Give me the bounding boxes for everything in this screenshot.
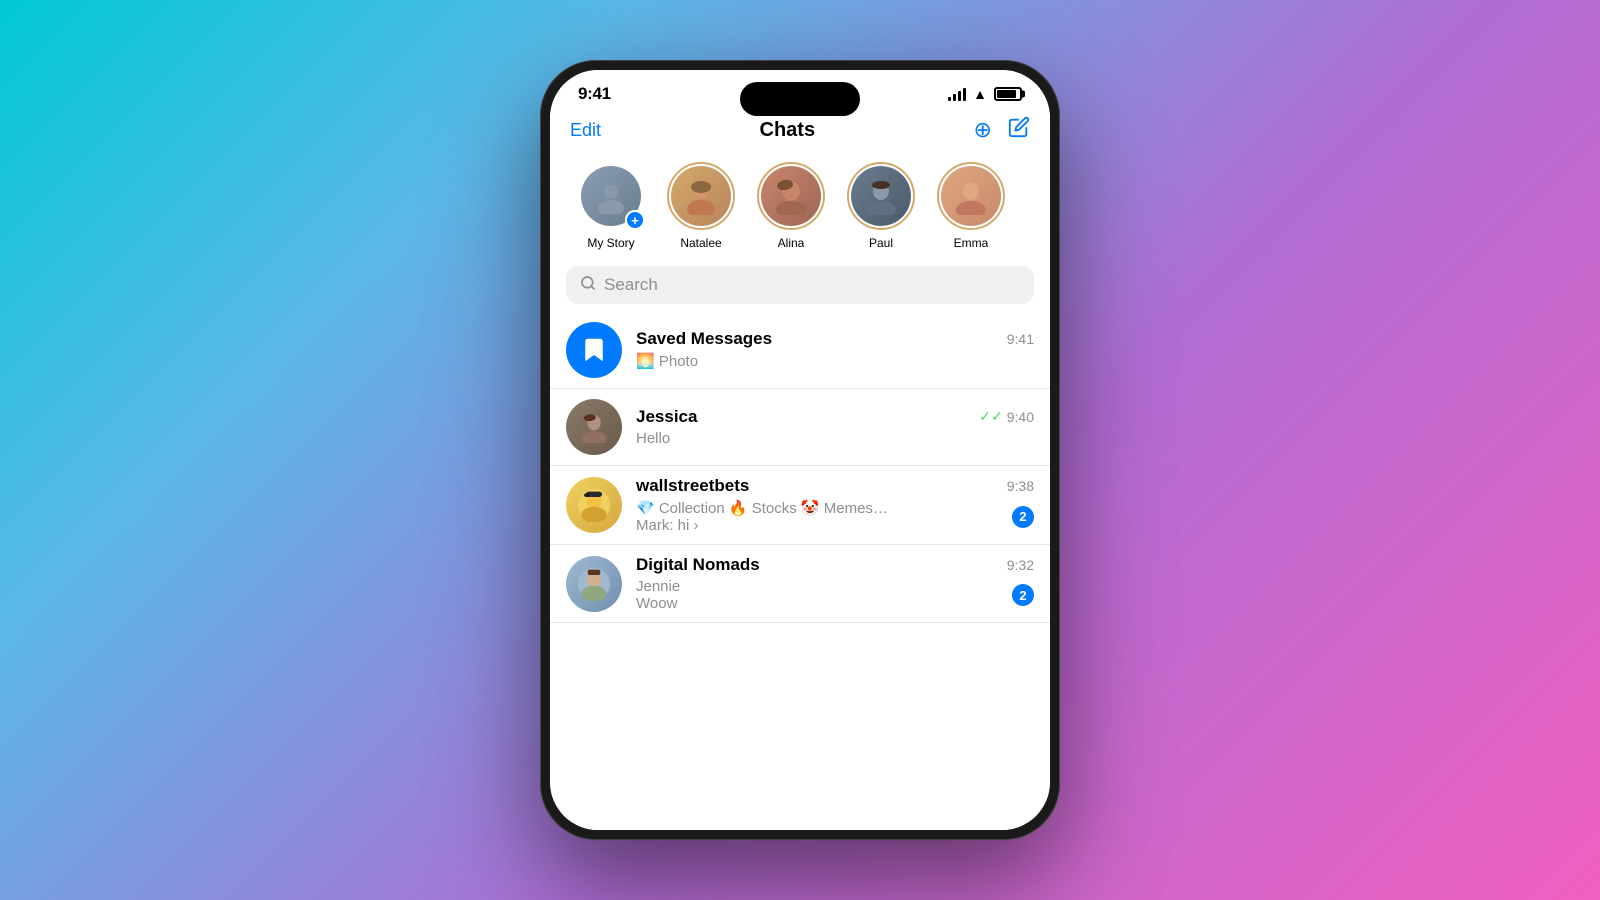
phone-screen: 9:41 ▲ Edit Chats ⊕ (550, 70, 1050, 830)
jessica-content: Jessica ✓✓ 9:40 Hello (636, 407, 1034, 448)
alina-ring (757, 162, 825, 230)
natalee-ring (667, 162, 735, 230)
my-story-avatar-wrap: + (577, 162, 645, 230)
phone-frame: 9:41 ▲ Edit Chats ⊕ (540, 60, 1060, 840)
search-icon (580, 275, 596, 295)
story-name-natalee: Natalee (680, 236, 721, 250)
paul-ring (847, 162, 915, 230)
chat-item-digital-nomads[interactable]: Digital Nomads 9:32 Jennie Woow 2 (550, 545, 1050, 623)
jessica-avatar (566, 399, 622, 455)
story-item-paul[interactable]: Paul (836, 162, 926, 250)
wallstreetbets-last: Mark: hi › (636, 517, 976, 534)
wallstreetbets-time: 9:38 (1007, 478, 1034, 494)
signal-icon (948, 88, 966, 101)
wallstreetbets-content: wallstreetbets 9:38 💎 Collection 🔥 Stock… (636, 476, 1034, 534)
wallstreetbets-name: wallstreetbets (636, 476, 749, 496)
chat-item-saved-messages[interactable]: Saved Messages 9:41 🌅 Photo (550, 312, 1050, 389)
signal-bar-1 (948, 97, 951, 101)
wallstreetbets-name-row: wallstreetbets 9:38 (636, 476, 1034, 496)
paul-avatar (851, 166, 911, 226)
status-time: 9:41 (578, 84, 611, 104)
story-item-emma[interactable]: Emma (926, 162, 1016, 250)
digital-nomads-preview-row: Jennie Woow 2 (636, 578, 1034, 612)
search-bar[interactable]: Search (566, 266, 1034, 304)
digital-nomads-msg: Woow (636, 595, 976, 612)
alina-avatar-wrap (757, 162, 825, 230)
compose-icon[interactable] (1008, 116, 1030, 144)
saved-messages-time-wrap: 9:41 (1007, 331, 1034, 347)
story-name-emma: Emma (954, 236, 989, 250)
digital-nomads-name-row: Digital Nomads 9:32 (636, 555, 1034, 575)
digital-nomads-sender: Jennie (636, 578, 976, 595)
saved-messages-preview: 🌅 Photo (636, 353, 698, 370)
add-circle-icon[interactable]: ⊕ (974, 117, 992, 143)
digital-nomads-name: Digital Nomads (636, 555, 760, 575)
wallstreetbets-tags: 💎 Collection 🔥 Stocks 🤡 Memes… (636, 499, 976, 517)
wifi-icon: ▲ (973, 86, 987, 102)
digital-nomads-avatar (566, 556, 622, 612)
jessica-time: 9:40 (1007, 409, 1034, 425)
dynamic-island (740, 82, 860, 116)
saved-messages-avatar (566, 322, 622, 378)
emma-avatar-wrap (937, 162, 1005, 230)
jessica-name: Jessica (636, 407, 697, 427)
double-check-icon: ✓✓ (979, 408, 1002, 425)
jessica-preview: Hello (636, 430, 670, 447)
wallstreetbets-preview-row: 💎 Collection 🔥 Stocks 🤡 Memes… Mark: hi … (636, 499, 1034, 534)
story-item-natalee[interactable]: Natalee (656, 162, 746, 250)
digital-nomads-content: Digital Nomads 9:32 Jennie Woow 2 (636, 555, 1034, 612)
chat-item-wallstreetbets[interactable]: wallstreetbets 9:38 💎 Collection 🔥 Stock… (550, 466, 1050, 545)
emma-avatar (941, 166, 1001, 226)
natalee-avatar (671, 166, 731, 226)
digital-nomads-preview-text: Jennie Woow (636, 578, 1012, 612)
header-actions: ⊕ (974, 116, 1030, 144)
wallstreetbets-unread-badge: 2 (1012, 506, 1034, 528)
battery-icon (994, 87, 1022, 101)
digital-nomads-time: 9:32 (1007, 557, 1034, 573)
saved-messages-content: Saved Messages 9:41 🌅 Photo (636, 329, 1034, 371)
status-icons: ▲ (948, 86, 1022, 102)
story-name-my-story: My Story (587, 236, 634, 250)
page-title: Chats (760, 119, 816, 142)
story-name-alina: Alina (778, 236, 805, 250)
wallstreetbets-avatar (566, 477, 622, 533)
chat-item-jessica[interactable]: Jessica ✓✓ 9:40 Hello (550, 389, 1050, 466)
edit-button[interactable]: Edit (570, 120, 601, 141)
wallstreetbets-preview-text: 💎 Collection 🔥 Stocks 🤡 Memes… Mark: hi … (636, 499, 1012, 534)
stories-row: + My Story (550, 154, 1050, 262)
story-item-alina[interactable]: Alina (746, 162, 836, 250)
story-item-my-story[interactable]: + My Story (566, 162, 656, 250)
jessica-time-wrap: ✓✓ 9:40 (979, 408, 1034, 425)
signal-bar-4 (963, 88, 966, 101)
chat-list: Saved Messages 9:41 🌅 Photo (550, 312, 1050, 830)
signal-bar-2 (953, 94, 956, 101)
status-bar: 9:41 ▲ (550, 70, 1050, 108)
battery-fill (997, 90, 1016, 98)
saved-messages-name-row: Saved Messages 9:41 (636, 329, 1034, 349)
add-story-icon[interactable]: + (625, 210, 645, 230)
search-placeholder: Search (604, 275, 658, 295)
signal-bar-3 (958, 91, 961, 101)
digital-nomads-unread-badge: 2 (1012, 584, 1034, 606)
saved-messages-name: Saved Messages (636, 329, 772, 349)
emma-ring (937, 162, 1005, 230)
jessica-name-row: Jessica ✓✓ 9:40 (636, 407, 1034, 427)
alina-avatar (761, 166, 821, 226)
saved-messages-time: 9:41 (1007, 331, 1034, 347)
story-name-paul: Paul (869, 236, 893, 250)
paul-avatar-wrap (847, 162, 915, 230)
natalee-avatar-wrap (667, 162, 735, 230)
